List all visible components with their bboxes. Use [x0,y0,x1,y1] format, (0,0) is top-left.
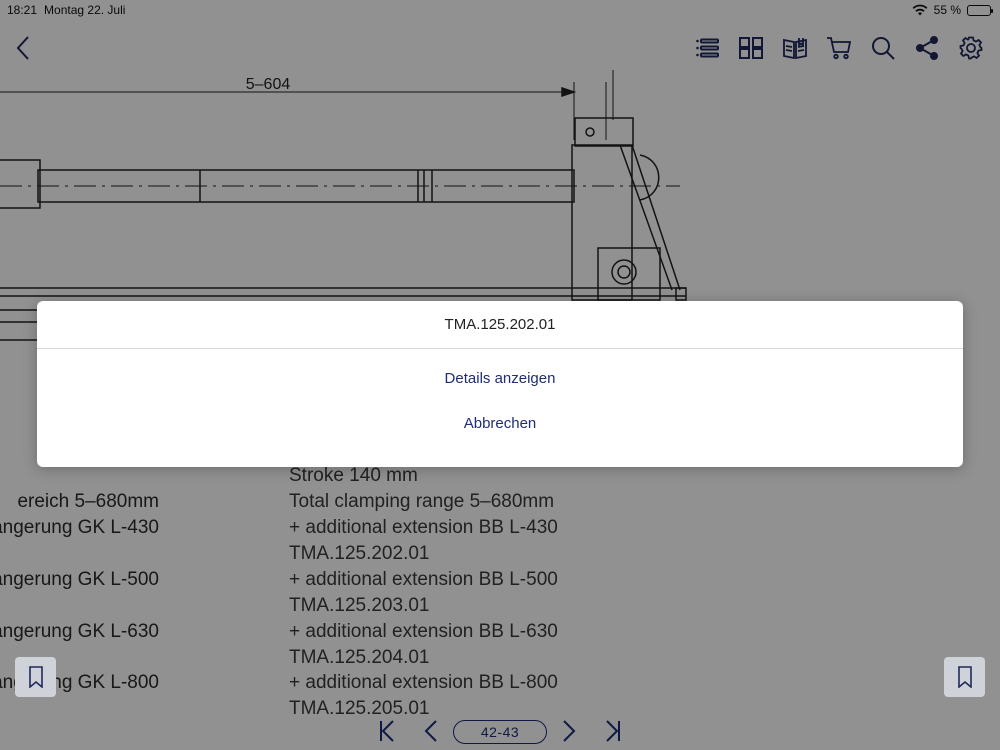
next-page-button[interactable] [557,718,581,744]
action-sheet-title: TMA.125.202.01 [37,301,963,349]
last-page-button[interactable] [601,718,625,744]
prev-page-button[interactable] [419,718,443,744]
bookmark-left-button[interactable] [15,657,56,697]
page-indicator[interactable]: 42-43 [453,720,547,744]
action-sheet: TMA.125.202.01 Details anzeigen Abbreche… [37,301,963,467]
bookmark-icon [957,666,972,688]
page-navigation: 42-43 [0,712,1000,750]
bookmark-right-button[interactable] [944,657,985,697]
details-button[interactable]: Details anzeigen [37,358,963,398]
cancel-button[interactable]: Abbrechen [37,403,963,443]
first-page-button[interactable] [375,718,399,744]
bookmark-icon [28,666,43,688]
